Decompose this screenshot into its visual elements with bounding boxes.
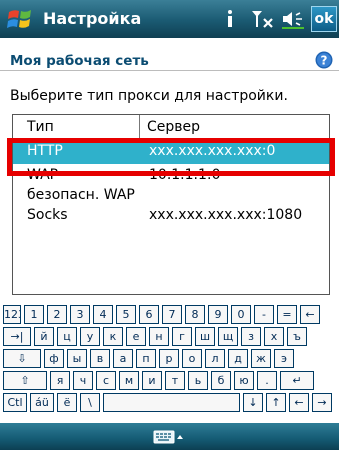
keyboard-key[interactable]: щ	[218, 327, 238, 346]
keyboard-key[interactable]: ю	[234, 371, 254, 390]
keyboard-key[interactable]: р	[159, 349, 179, 368]
highlight-box	[7, 138, 335, 176]
header-divider	[0, 70, 339, 71]
svg-text:?: ?	[321, 54, 328, 68]
keyboard-key[interactable]: н	[149, 327, 169, 346]
key-space[interactable]	[103, 393, 240, 412]
keyboard-key[interactable]: ↑	[266, 393, 286, 412]
cell-server: xxx.xxx.xxx.xxx:1080	[149, 207, 303, 223]
list-row-socks[interactable]: Socks xxx.xxx.xxx.xxx:1080	[13, 205, 329, 225]
keyboard-key[interactable]: 4	[93, 305, 113, 324]
keyboard-key[interactable]: ь	[188, 371, 208, 390]
keyboard-key[interactable]: ш	[195, 327, 215, 346]
keyboard-key[interactable]: 6	[139, 305, 159, 324]
keyboard-key[interactable]: л	[205, 349, 225, 368]
keyboard-key[interactable]: ъ	[287, 327, 307, 346]
keyboard-key[interactable]: т	[165, 371, 185, 390]
keyboard-key[interactable]: 5	[116, 305, 136, 324]
keyboard-key[interactable]: -	[254, 305, 274, 324]
instruction-text: Выберите тип прокси для настройки.	[10, 88, 288, 104]
signal-icon[interactable]	[250, 8, 276, 30]
keyboard-key[interactable]: в	[90, 349, 110, 368]
ok-button[interactable]: ok	[311, 6, 337, 32]
keyboard-key[interactable]: ←	[289, 393, 309, 412]
keyboard-key[interactable]: ц	[57, 327, 77, 346]
keyboard-key[interactable]: ы	[67, 349, 87, 368]
keyboard-key[interactable]: э	[274, 349, 294, 368]
keyboard-key[interactable]: 0	[231, 305, 251, 324]
keyboard-key[interactable]: 3	[70, 305, 90, 324]
keyboard-key[interactable]: б	[211, 371, 231, 390]
page-header: Моя рабочая сеть ?	[0, 38, 339, 78]
help-icon[interactable]: ?	[315, 51, 333, 69]
keyboard-key[interactable]: ч	[73, 371, 93, 390]
keyboard-key[interactable]: г	[172, 327, 192, 346]
keyboard-key[interactable]: →	[312, 393, 332, 412]
keyboard-key[interactable]: →|	[3, 327, 31, 346]
keyboard-icon[interactable]	[153, 429, 185, 445]
cell-type: безопасн. WAP	[27, 187, 135, 203]
info-icon[interactable]	[224, 8, 236, 30]
list-row-secure-wap[interactable]: безопасн. WAP	[13, 185, 329, 205]
keyboard-key[interactable]: 2	[47, 305, 67, 324]
keyboard-key[interactable]: áü	[30, 393, 54, 412]
page-title: Моя рабочая сеть	[10, 53, 149, 69]
keyboard-key[interactable]: ↵	[280, 371, 314, 390]
keyboard-key[interactable]: 1	[24, 305, 44, 324]
keyboard-key[interactable]: с	[96, 371, 116, 390]
bottom-bar	[0, 423, 339, 450]
window-title: Настройка	[43, 9, 142, 28]
column-header-server[interactable]: Сервер	[147, 119, 200, 135]
keyboard-key[interactable]: 7	[162, 305, 182, 324]
keyboard-key[interactable]: ↓	[243, 393, 263, 412]
keyboard-key[interactable]: у	[80, 327, 100, 346]
keyboard-key[interactable]: и	[142, 371, 162, 390]
keyboard-key[interactable]: Ctl	[3, 393, 27, 412]
keyboard-key[interactable]: а	[113, 349, 133, 368]
keyboard-key[interactable]: ж	[251, 349, 271, 368]
keyboard-key[interactable]: о	[182, 349, 202, 368]
keyboard-key[interactable]: м	[119, 371, 139, 390]
column-separator	[139, 115, 140, 139]
keyboard-key[interactable]: й	[34, 327, 54, 346]
keyboard-key[interactable]: =	[277, 305, 297, 324]
keyboard-key[interactable]: ф	[44, 349, 64, 368]
keyboard-key[interactable]: 9	[208, 305, 228, 324]
keyboard-key[interactable]: \	[80, 393, 100, 412]
volume-icon[interactable]	[281, 8, 307, 30]
list-header: Тип Сервер	[13, 115, 329, 139]
keyboard-key[interactable]: .	[257, 371, 277, 390]
keyboard-key[interactable]: е	[126, 327, 146, 346]
cell-type: Socks	[27, 207, 68, 223]
column-header-type[interactable]: Тип	[27, 119, 54, 135]
keyboard-key[interactable]: я	[50, 371, 70, 390]
keyboard-key[interactable]: 123	[3, 305, 21, 324]
keyboard-key[interactable]: х	[264, 327, 284, 346]
keyboard-key[interactable]: з	[241, 327, 261, 346]
keyboard-key[interactable]: ←	[300, 305, 320, 324]
keyboard-key[interactable]: 8	[185, 305, 205, 324]
keyboard-key[interactable]: ⇧	[3, 371, 47, 390]
keyboard-key[interactable]: ⇩	[3, 349, 41, 368]
keyboard-key[interactable]: к	[103, 327, 123, 346]
keyboard-key[interactable]: ё	[57, 393, 77, 412]
title-bar: Настройка ok	[0, 0, 339, 38]
windows-start-icon[interactable]	[6, 6, 34, 32]
on-screen-keyboard: 1231234567890-=←→|йцукенгшщзхъ⇩фывапролд…	[0, 300, 339, 423]
keyboard-key[interactable]: п	[136, 349, 156, 368]
keyboard-key[interactable]: д	[228, 349, 248, 368]
